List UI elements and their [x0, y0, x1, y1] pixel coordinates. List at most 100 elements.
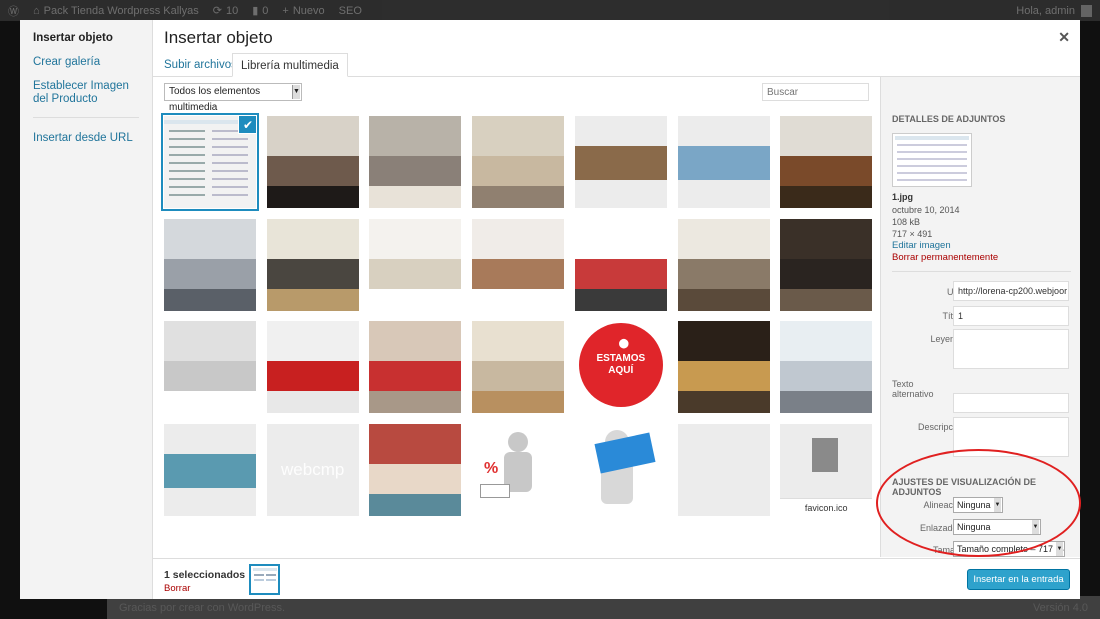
text-line	[212, 194, 248, 196]
attachment-thumbnail[interactable]	[780, 321, 873, 413]
attachment-thumbnail[interactable]	[472, 321, 565, 413]
attachment-thumbnail[interactable]: %	[472, 423, 565, 516]
chevron-down-icon: ▼	[292, 85, 300, 99]
menu-item-featured-image[interactable]: Establecer Imagen del Producto	[20, 80, 152, 106]
selection-thumbnail[interactable]	[249, 564, 280, 595]
thumbnail-image	[677, 258, 770, 289]
media-type-filter[interactable]: Todos los elementos multimedia ▼	[164, 83, 302, 113]
badge-text: AQUÍ	[608, 365, 634, 376]
location-badge: ⬤ ESTAMOS AQUÍ	[578, 323, 663, 407]
attachment-thumbnail[interactable]: ⬤ ESTAMOS AQUÍ	[574, 321, 667, 413]
attachment-thumbnail[interactable]: ✔	[164, 116, 256, 208]
delete-permanently-link[interactable]: Borrar permanentemente	[892, 252, 998, 263]
thumbnail-image	[472, 391, 565, 413]
comments-link[interactable]: ▮ 0	[252, 4, 268, 18]
edit-image-link[interactable]: Editar imagen	[892, 240, 951, 251]
thumbnail-image	[780, 186, 873, 208]
attachment-thumbnail[interactable]: webcmp	[266, 423, 359, 516]
attachment-thumbnail[interactable]	[677, 218, 770, 311]
thumbnail-image	[266, 258, 359, 289]
modal-title: Insertar objeto	[164, 28, 273, 47]
preview-line	[897, 179, 967, 181]
greeting[interactable]: Hola, admin	[1016, 5, 1075, 17]
thumbnail-image	[164, 453, 256, 488]
attachment-thumbnail[interactable]	[677, 321, 770, 413]
attachment-thumbnail[interactable]	[574, 218, 667, 311]
sidebar-divider	[892, 271, 1071, 272]
thumbnail-image	[472, 288, 565, 311]
footer-version: Versión 4.0	[1032, 601, 1088, 614]
attachment-thumbnail[interactable]	[574, 116, 667, 208]
menu-item-insert-media[interactable]: Insertar objeto	[20, 32, 152, 45]
attachment-thumbnail[interactable]	[472, 116, 565, 208]
thumbnail-image	[369, 391, 462, 413]
thumbnail-image	[266, 186, 359, 208]
attachment-thumbnail[interactable]	[369, 321, 462, 413]
url-field[interactable]: http://lorena-cp200.webjoor	[953, 281, 1069, 301]
thumbnail-image	[266, 391, 359, 413]
check-icon[interactable]: ✔	[238, 116, 256, 134]
attachment-thumbnail[interactable]	[164, 423, 256, 516]
attachment-thumbnail[interactable]	[677, 116, 770, 208]
attachment-thumbnail[interactable]	[472, 218, 565, 311]
thumb-line	[266, 579, 276, 581]
thumbnail-image	[266, 116, 359, 156]
menu-item-insert-from-url[interactable]: Insertar desde URL	[20, 132, 152, 145]
preview-line	[897, 165, 967, 167]
clear-selection-link[interactable]: Borrar	[164, 583, 190, 594]
seo-link[interactable]: SEO	[339, 5, 362, 17]
new-content-link[interactable]: + Nuevo	[282, 5, 324, 17]
attachment-thumbnail[interactable]	[164, 218, 256, 311]
wordpress-logo-icon[interactable]: Ⓦ	[8, 3, 19, 19]
attachment-thumbnail[interactable]	[266, 218, 359, 311]
attachment-thumbnail[interactable]: favicon.ico	[780, 423, 873, 516]
thumbnail-image	[369, 361, 462, 391]
media-menu: Insertar objeto Crear galería Establecer…	[20, 20, 153, 599]
thumbnail-image	[369, 463, 462, 494]
thumbnail-image	[780, 218, 873, 259]
attachment-thumbnail[interactable]	[266, 321, 359, 413]
text-line	[169, 146, 205, 148]
thumbnail-image	[472, 361, 565, 391]
text-line	[169, 186, 205, 188]
admin-bar: Ⓦ ⌂ Pack Tienda Wordpress Kallyas ⟳ 10 ▮ 0 …	[0, 0, 1100, 21]
thumbnail-image	[677, 361, 770, 391]
media-toolbar-bottom: 1 seleccionados Borrar Insertar en la en…	[153, 558, 1080, 599]
thumbnail-image	[472, 156, 565, 186]
attachment-thumbnail[interactable]	[369, 423, 462, 516]
attachment-thumbnail[interactable]	[574, 423, 667, 516]
alt-text-field[interactable]	[953, 393, 1069, 413]
updates-link[interactable]: ⟳ 10	[213, 4, 238, 18]
attachment-thumbnail[interactable]	[369, 116, 462, 208]
thumbnail-image	[266, 321, 359, 361]
details-heading: Detalles de adjuntos	[892, 114, 1006, 124]
search-input[interactable]	[762, 83, 869, 101]
attachment-filename: 1.jpg	[892, 192, 914, 202]
title-field[interactable]: 1	[953, 306, 1069, 326]
thumbnail-image	[266, 218, 359, 259]
thumbnail-image	[369, 186, 462, 208]
home-icon: ⌂	[33, 4, 40, 17]
watermark-text: webcmp	[281, 459, 345, 479]
caption-field[interactable]	[953, 329, 1069, 369]
avatar[interactable]	[1081, 4, 1092, 17]
attachment-thumbnail[interactable]	[266, 116, 359, 208]
attachment-thumbnail[interactable]	[677, 423, 770, 516]
file-name: favicon.ico	[780, 497, 873, 516]
thumbnail-image	[164, 361, 256, 391]
tab-media-library[interactable]: Librería multimedia	[232, 53, 348, 77]
close-icon[interactable]: ✕	[1058, 29, 1070, 46]
thumbnail-image	[369, 116, 462, 156]
attachment-thumbnail[interactable]	[369, 218, 462, 311]
attachment-thumbnail[interactable]	[780, 116, 873, 208]
text-line	[212, 138, 248, 140]
attachment-thumbnail[interactable]	[164, 321, 256, 413]
attachment-date: octubre 10, 2014	[892, 205, 960, 215]
site-name-link[interactable]: ⌂ Pack Tienda Wordpress Kallyas	[33, 5, 199, 17]
thumbnail-image	[369, 321, 462, 361]
insert-into-post-button[interactable]: Insertar en la entrada	[967, 569, 1070, 590]
attachment-thumbnail[interactable]	[780, 218, 873, 311]
attachment-dimensions: 717 × 491	[892, 229, 933, 239]
menu-item-create-gallery[interactable]: Crear galería	[20, 56, 152, 69]
router-tabs: Subir archivos Librería multimedia	[153, 53, 1080, 77]
